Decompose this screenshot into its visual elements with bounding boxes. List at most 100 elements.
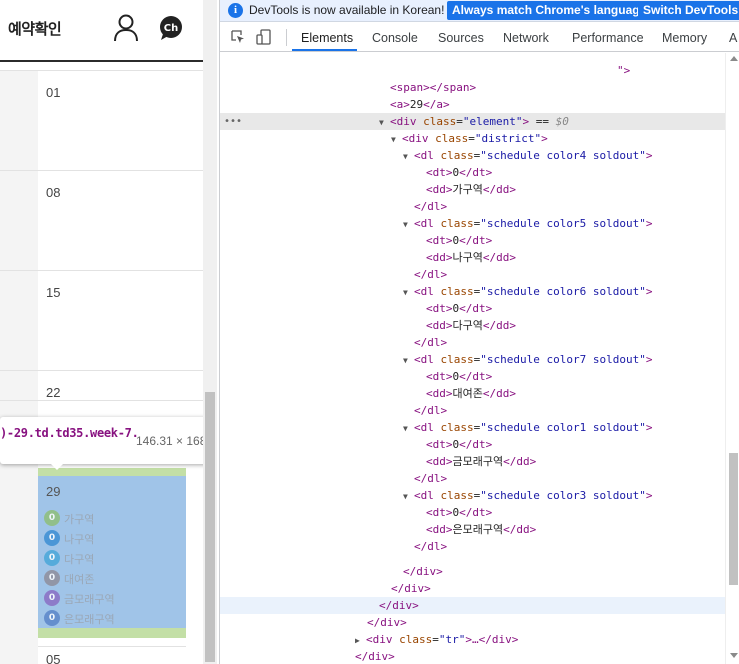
dom-line[interactable]: ▼ <dl class="schedule color4 soldout"> — [220, 147, 725, 164]
page-scrollbar-thumb[interactable] — [205, 392, 215, 662]
dom-line[interactable]: </div> — [220, 614, 725, 631]
dom-line[interactable]: </dl> — [220, 470, 725, 487]
dom-line[interactable]: </div> — [220, 648, 725, 664]
calendar-week: 05 — [0, 638, 203, 664]
dom-line[interactable]: ▼ <dl class="schedule color6 soldout"> — [220, 283, 725, 300]
dom-line[interactable]: ▼ <dl class="schedule color3 soldout"> — [220, 487, 725, 504]
day-number: 22 — [46, 385, 61, 400]
elements-scrollbar-thumb[interactable] — [729, 453, 738, 585]
dom-line[interactable]: <dd>대여존</dd> — [220, 385, 725, 402]
element-tooltip: )-29.td.td35.week-7. 146.31 × 168 — [0, 417, 203, 470]
dom-line[interactable]: <dd>은모래구역</dd> — [220, 521, 725, 538]
dom-line[interactable]: </dl> — [220, 538, 725, 555]
dom-line[interactable]: </dl> — [220, 334, 725, 351]
elements-tree[interactable]: "> <span></span> <a>29</a> ••• ▼ <div cla… — [220, 53, 739, 664]
devtools-panel: i DevTools is now available in Korean! A… — [219, 0, 739, 664]
schedule-item[interactable]: 0 대여존 — [44, 570, 184, 588]
dom-line[interactable]: <dd>나구역</dd> — [220, 249, 725, 266]
language-infobar: i DevTools is now available in Korean! A… — [220, 0, 739, 22]
dom-line[interactable]: </dl> — [220, 402, 725, 419]
dom-line[interactable]: <a>29</a> — [220, 96, 725, 113]
calendar-day-cell[interactable]: 15 — [38, 271, 186, 371]
schedule-count-badge: 0 — [44, 530, 60, 546]
dom-line[interactable]: <dd>다구역</dd> — [220, 317, 725, 334]
dom-line[interactable]: <span></span> — [220, 79, 725, 96]
day-number: 05 — [46, 652, 61, 664]
day-number: 29 — [46, 484, 61, 499]
schedule-item[interactable]: 0 가구역 — [44, 510, 184, 528]
infobar-message: DevTools is now available in Korean! — [249, 3, 445, 17]
day-number: 08 — [46, 185, 61, 200]
schedule-count-badge: 0 — [44, 590, 60, 606]
schedule-count-badge: 0 — [44, 510, 60, 526]
dom-line[interactable]: "> — [220, 62, 725, 79]
dom-line[interactable]: ▼ <div class="district"> — [220, 130, 725, 147]
tab-network[interactable]: Network — [503, 31, 549, 45]
collapse-triangle-icon: ▼ — [403, 424, 408, 433]
schedule-item[interactable]: 0 금모래구역 — [44, 590, 184, 608]
dom-line[interactable]: <dt>0</dt> — [220, 164, 725, 181]
highlighted-day-cell[interactable]: 29 0 가구역 0 나구역 0 다구역 0 대여존 0 금모래구역 0 은모래구역 — [38, 468, 186, 638]
elements-scrollbar[interactable] — [725, 53, 739, 664]
chat-channel-icon[interactable]: Ch — [157, 14, 185, 42]
tab-sources[interactable]: Sources — [438, 31, 484, 45]
calendar-week: 01 — [0, 70, 203, 171]
collapse-triangle-icon: ▼ — [403, 492, 408, 501]
day-number: 15 — [46, 285, 61, 300]
collapse-triangle-icon: ▼ — [403, 288, 408, 297]
user-icon[interactable] — [113, 14, 139, 42]
collapse-triangle-icon: ▼ — [379, 118, 384, 127]
page-header: 예약확인 Ch — [0, 0, 203, 62]
dom-line[interactable]: ▶ <div class="tr">…</div> — [220, 631, 725, 648]
schedule-name: 은모래구역 — [64, 613, 115, 626]
dom-line[interactable]: <dd>가구역</dd> — [220, 181, 725, 198]
dom-line[interactable]: <dt>0</dt> — [220, 436, 725, 453]
schedule-item[interactable]: 0 나구역 — [44, 530, 184, 548]
dom-line[interactable]: ▼ <dl class="schedule color5 soldout"> — [220, 215, 725, 232]
tab-more[interactable]: A — [729, 31, 737, 45]
always-match-language-button[interactable]: Always match Chrome's language — [447, 1, 652, 20]
dom-line-hovered[interactable]: </div> — [220, 597, 725, 614]
collapse-triangle-icon: ▼ — [403, 356, 408, 365]
schedule-item[interactable]: 0 은모래구역 — [44, 610, 184, 628]
dom-line-selected[interactable]: ••• ▼ <div class="element"> == $0 — [220, 113, 725, 130]
schedule-count-badge: 0 — [44, 610, 60, 626]
info-icon: i — [228, 3, 243, 18]
dom-line[interactable]: <dt>0</dt> — [220, 504, 725, 521]
dom-line[interactable]: <dd>금모래구역</dd> — [220, 453, 725, 470]
scroll-down-arrow-icon[interactable] — [730, 653, 738, 658]
scroll-up-arrow-icon[interactable] — [730, 56, 738, 61]
dom-line[interactable]: </dl> — [220, 266, 725, 283]
dom-line[interactable]: </dl> — [220, 198, 725, 215]
calendar-week: 08 — [0, 170, 203, 271]
schedule-item[interactable]: 0 다구역 — [44, 550, 184, 568]
schedule-name: 금모래구역 — [64, 593, 115, 606]
tab-console[interactable]: Console — [372, 31, 418, 45]
webpage-viewport: 예약확인 Ch 01 08 15 22 29 0 가구역 0 나구역 0 다구역… — [0, 0, 203, 664]
dom-line[interactable]: </div> — [220, 563, 725, 580]
calendar-day-cell[interactable]: 01 — [38, 71, 186, 171]
more-options-icon[interactable]: ••• — [224, 113, 242, 130]
schedule-count-badge: 0 — [44, 550, 60, 566]
devtools-tabbar: Elements Console Sources Network Perform… — [220, 23, 739, 52]
dom-line[interactable]: ▼ <dl class="schedule color1 soldout"> — [220, 419, 725, 436]
inspect-element-icon[interactable] — [231, 30, 245, 44]
collapse-triangle-icon: ▼ — [391, 135, 396, 144]
dom-line[interactable]: </div> — [220, 580, 725, 597]
dom-line[interactable]: <dt>0</dt> — [220, 232, 725, 249]
switch-devtools-language-button[interactable]: Switch DevTools t — [638, 1, 739, 20]
tab-memory[interactable]: Memory — [662, 31, 707, 45]
page-title: 예약확인 — [8, 20, 62, 38]
schedule-name: 나구역 — [64, 533, 95, 546]
device-toolbar-icon[interactable] — [256, 29, 272, 45]
dom-line[interactable]: <dt>0</dt> — [220, 300, 725, 317]
dom-line[interactable]: ▼ <dl class="schedule color7 soldout"> — [220, 351, 725, 368]
calendar-day-cell[interactable]: 08 — [38, 171, 186, 271]
screen: 예약확인 Ch 01 08 15 22 29 0 가구역 0 나구역 0 다구역… — [0, 0, 739, 664]
tab-elements[interactable]: Elements — [301, 31, 353, 45]
dom-line[interactable]: <dt>0</dt> — [220, 368, 725, 385]
schedule-count-badge: 0 — [44, 570, 60, 586]
page-scrollbar[interactable] — [203, 0, 217, 664]
schedule-name: 대여존 — [64, 573, 95, 586]
tab-performance[interactable]: Performance — [572, 31, 644, 45]
